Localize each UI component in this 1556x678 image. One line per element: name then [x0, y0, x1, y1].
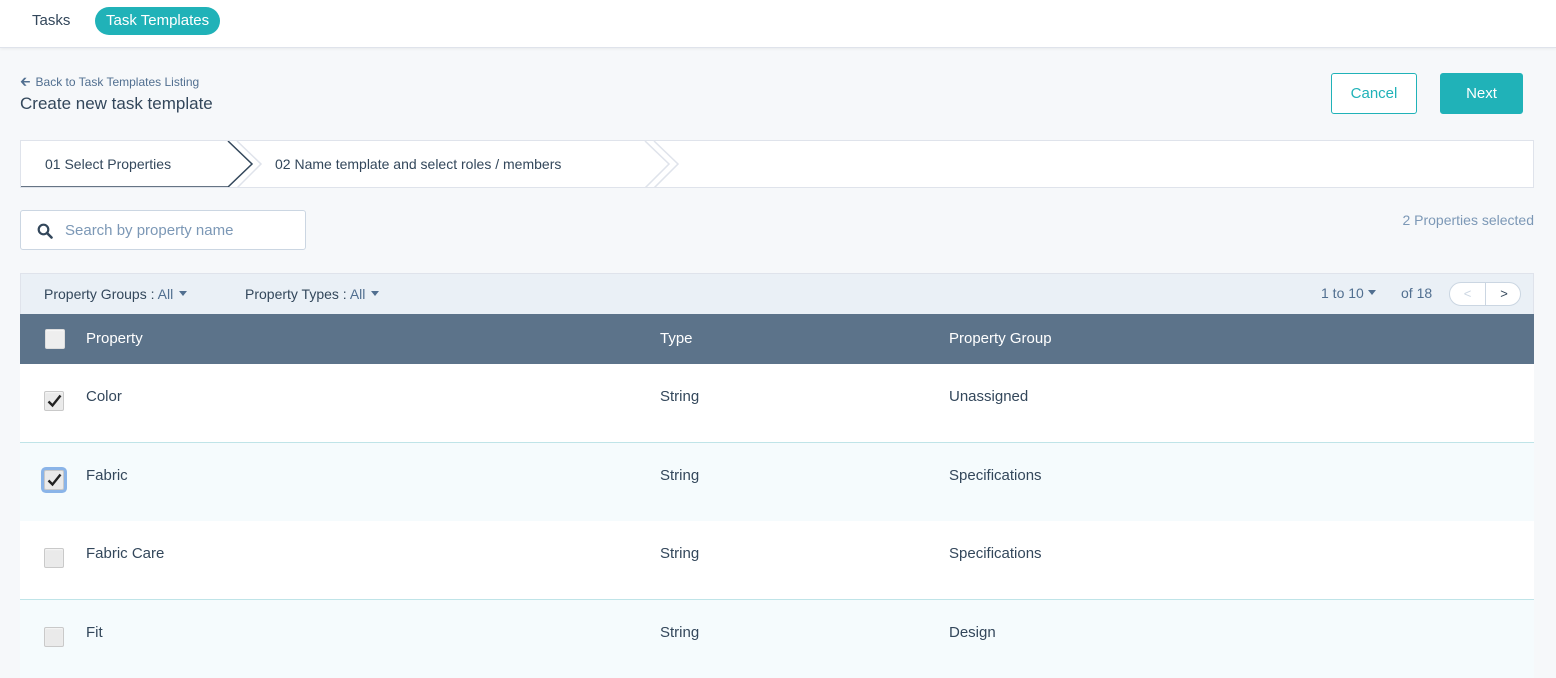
- next-button[interactable]: Next: [1440, 73, 1523, 114]
- row-checkbox[interactable]: [44, 627, 64, 647]
- property-groups-filter[interactable]: Property Groups : All: [44, 285, 188, 303]
- cell-property-group: Specifications: [949, 545, 1042, 562]
- row-checkbox-checked[interactable]: [44, 391, 64, 411]
- search-box: [20, 210, 306, 250]
- cell-property-group: Specifications: [949, 467, 1042, 484]
- column-header-property[interactable]: Property: [86, 330, 143, 348]
- column-header-type[interactable]: Type: [660, 330, 693, 348]
- row-checkbox[interactable]: [44, 548, 64, 568]
- stepper: 01 Select Properties 02 Name template an…: [20, 140, 1534, 188]
- cell-property: Color: [86, 388, 122, 405]
- table-row[interactable]: Fit String Design: [20, 600, 1534, 678]
- row-checkbox-checked[interactable]: [44, 470, 64, 490]
- filter-bar: Property Groups : All Property Types : A…: [20, 273, 1534, 314]
- pager-buttons: < >: [1449, 282, 1521, 306]
- caret-down-icon: [371, 290, 380, 296]
- prev-page-button[interactable]: <: [1450, 283, 1486, 305]
- top-nav: Tasks Task Templates: [0, 0, 1556, 48]
- cancel-button[interactable]: Cancel: [1331, 73, 1417, 114]
- cell-property: Fit: [86, 624, 103, 641]
- cell-type: String: [660, 545, 700, 562]
- selected-count: 2 Properties selected: [1402, 212, 1534, 228]
- back-link[interactable]: 🡰 Back to Task Templates Listing: [20, 74, 199, 90]
- cell-type: String: [660, 388, 700, 405]
- table-row[interactable]: Color String Unassigned: [20, 364, 1534, 443]
- cell-type: String: [660, 467, 700, 484]
- page-total: of 18: [1401, 285, 1433, 301]
- property-groups-value: All: [157, 286, 174, 302]
- table-row[interactable]: Fabric String Specifications: [20, 443, 1534, 522]
- checkmark-icon: [47, 394, 62, 408]
- cell-type: String: [660, 624, 700, 641]
- caret-down-icon: [179, 290, 188, 296]
- search-icon: [37, 223, 53, 239]
- tab-task-templates[interactable]: Task Templates: [95, 7, 221, 35]
- table-header: Property Type Property Group: [20, 314, 1534, 364]
- step-name-template[interactable]: 02 Name template and select roles / memb…: [275, 155, 561, 173]
- checkmark-icon: [47, 473, 62, 487]
- arrow-left-icon: 🡰: [20, 74, 31, 89]
- stepper-chevrons: [21, 141, 680, 187]
- step2-chevron: [644, 141, 671, 187]
- cell-property: Fabric: [86, 467, 128, 484]
- cell-property-group: Unassigned: [949, 388, 1029, 405]
- property-groups-label: Property Groups :: [44, 286, 155, 302]
- page-range-label: 1 to 10: [1321, 285, 1364, 301]
- page-title: Create new task template: [20, 94, 213, 113]
- tab-tasks[interactable]: Tasks: [32, 12, 70, 30]
- select-all-checkbox[interactable]: [45, 329, 65, 349]
- column-header-property-group[interactable]: Property Group: [949, 330, 1052, 348]
- cell-property-group: Design: [949, 624, 996, 641]
- property-types-filter[interactable]: Property Types : All: [245, 285, 380, 303]
- back-link-label: Back to Task Templates Listing: [35, 75, 200, 89]
- property-types-value: All: [349, 286, 366, 302]
- cell-property: Fabric Care: [86, 545, 165, 562]
- search-input[interactable]: [65, 211, 301, 249]
- step2-chevron-echo: [653, 141, 680, 187]
- page-range-dropdown[interactable]: 1 to 10: [1321, 285, 1376, 301]
- property-types-label: Property Types :: [245, 286, 347, 302]
- next-page-button[interactable]: >: [1486, 283, 1520, 305]
- table-row[interactable]: Fabric Care String Specifications: [20, 521, 1534, 600]
- caret-down-icon: [1367, 289, 1376, 295]
- step-select-properties[interactable]: 01 Select Properties: [45, 155, 171, 173]
